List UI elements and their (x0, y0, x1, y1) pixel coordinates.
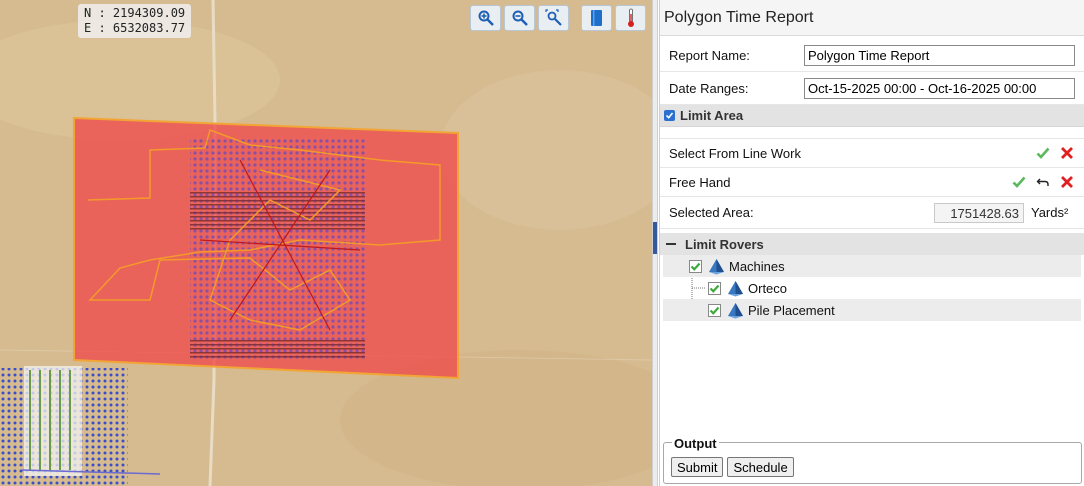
panel-title: Polygon Time Report (660, 0, 1084, 36)
checkmark-icon (709, 306, 720, 315)
report-name-input[interactable] (804, 44, 1075, 66)
selected-area-unit: Yards² (1031, 205, 1069, 220)
selected-area-value: 1751428.63 (934, 202, 1024, 223)
panel-splitter[interactable] (652, 0, 658, 486)
limit-rovers-title: Limit Rovers (685, 236, 764, 252)
orteco-label: Orteco (748, 280, 788, 296)
report-name-row: Report Name: (660, 39, 1084, 72)
limit-area-header[interactable]: Limit Area (660, 105, 1084, 127)
collapse-minus-icon[interactable] (666, 243, 676, 245)
free-hand-row: Free Hand (660, 168, 1084, 197)
cancel-x-icon[interactable] (1060, 175, 1074, 189)
limit-area-title: Limit Area (680, 108, 744, 123)
limit-area-checkbox[interactable] (664, 110, 675, 121)
zoom-in-icon (478, 10, 494, 26)
tree-item-machines[interactable]: Machines (663, 255, 1081, 277)
checkmark-icon (709, 284, 720, 293)
output-fieldset: Output Submit Schedule (663, 436, 1082, 484)
selected-area-row: Selected Area: 1751428.63 Yards² (660, 197, 1084, 229)
coordinate-readout: N : 2194309.09 E : 6532083.77 (78, 4, 192, 38)
layers-button[interactable] (581, 5, 612, 31)
confirm-check-icon[interactable] (1036, 146, 1050, 160)
checkmark-icon (690, 262, 701, 271)
zoom-out-icon (512, 10, 528, 26)
machines-checkbox[interactable] (689, 259, 702, 273)
machine-pyramid-icon (728, 280, 743, 296)
layers-book-icon (590, 10, 602, 26)
selected-area-label: Selected Area: (669, 205, 754, 220)
schedule-button[interactable]: Schedule (727, 457, 794, 477)
orteco-checkbox[interactable] (708, 281, 721, 295)
confirm-check-icon[interactable] (1012, 175, 1026, 189)
machine-pyramid-icon (709, 258, 724, 274)
map-toolbar (470, 5, 646, 31)
satellite-map (0, 0, 652, 486)
submit-button[interactable]: Submit (671, 457, 724, 477)
zoom-extents-icon (544, 9, 562, 26)
zoom-out-button[interactable] (504, 5, 535, 31)
zoom-in-button[interactable] (470, 5, 501, 31)
east-coordinate: E : 6532083.77 (84, 21, 186, 35)
output-legend: Output (672, 436, 719, 451)
limit-rovers-header[interactable]: Limit Rovers (660, 233, 1084, 255)
section-spacer (660, 127, 1084, 139)
pile-placement-label: Pile Placement (748, 302, 835, 318)
date-ranges-input[interactable] (804, 77, 1075, 99)
undo-icon[interactable] (1036, 175, 1050, 189)
splitter-handle[interactable] (653, 222, 657, 254)
map-view[interactable]: N : 2194309.09 E : 6532083.77 (0, 0, 652, 486)
thermometer-icon (627, 8, 634, 27)
heatmap-button[interactable] (615, 5, 646, 31)
machine-pyramid-icon (728, 302, 743, 318)
north-coordinate: N : 2194309.09 (84, 6, 186, 20)
report-panel: Polygon Time Report Report Name: Date Ra… (659, 0, 1084, 486)
zoom-extents-button[interactable] (538, 5, 569, 31)
date-ranges-row: Date Ranges: (660, 72, 1084, 105)
report-name-label: Report Name: (669, 47, 750, 63)
pile-placement-checkbox[interactable] (708, 303, 721, 317)
tree-item-pile-placement[interactable]: Pile Placement (663, 299, 1081, 321)
machines-label: Machines (729, 258, 785, 274)
select-line-work-label: Select From Line Work (669, 145, 801, 161)
cancel-x-icon[interactable] (1060, 146, 1074, 160)
date-ranges-label: Date Ranges: (669, 80, 749, 96)
free-hand-label: Free Hand (669, 174, 731, 190)
checkmark-icon (665, 112, 674, 119)
rover-tree: Machines Orteco Pile Placement (660, 255, 1084, 321)
select-line-work-row: Select From Line Work (660, 139, 1084, 168)
tree-item-orteco[interactable]: Orteco (660, 277, 1084, 299)
